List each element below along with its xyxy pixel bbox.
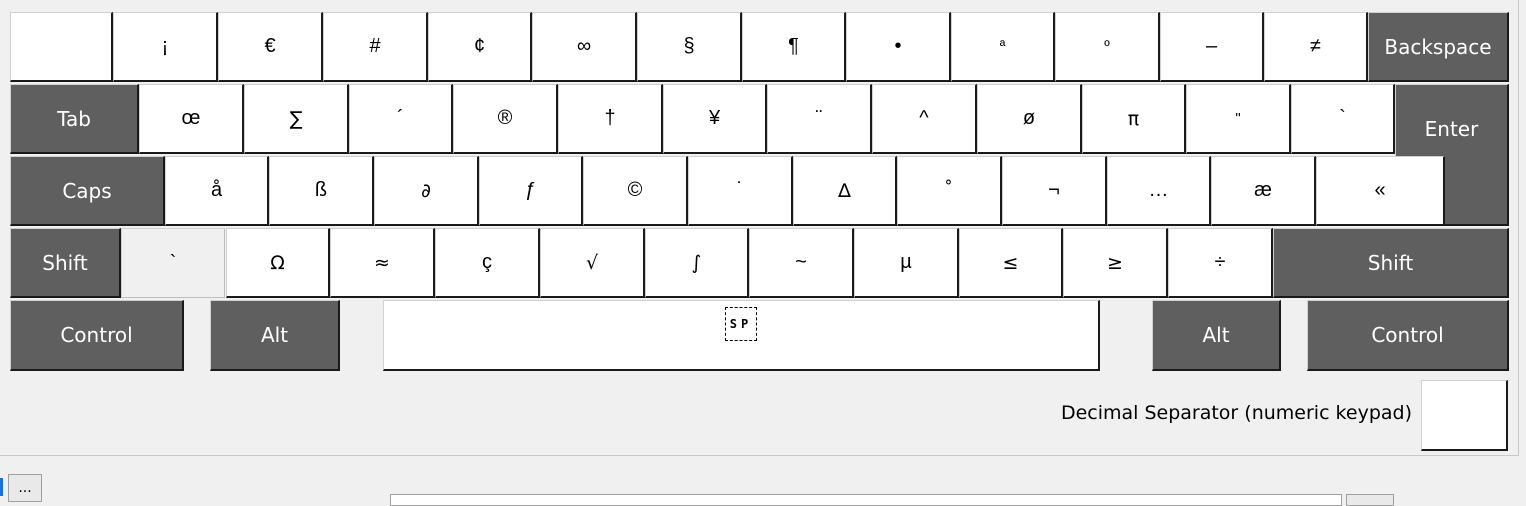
- key-omega[interactable]: Ω: [226, 228, 330, 298]
- key-inverted-exclamation[interactable]: ¡: [113, 12, 218, 82]
- key-oe-ligature[interactable]: œ: [139, 84, 244, 154]
- key-circumflex[interactable]: ^: [872, 84, 977, 154]
- keyboard-panel: ¡ € # ¢ ∞ § ¶ • ª º – ≠ Backspace Tab œ …: [0, 0, 1519, 456]
- bottom-input-field[interactable]: [390, 494, 1342, 506]
- key-feminine-ordinal[interactable]: ª: [951, 12, 1055, 82]
- key-a-ring[interactable]: å: [165, 156, 269, 226]
- bottom-field-button[interactable]: [1346, 494, 1394, 506]
- key-grave-blank[interactable]: [10, 12, 113, 82]
- key-not-sign[interactable]: ¬: [1002, 156, 1107, 226]
- alt-right-key[interactable]: Alt: [1152, 300, 1281, 371]
- decimal-separator-label: Decimal Separator (numeric keypad): [1060, 402, 1412, 424]
- key-yen[interactable]: ¥: [663, 84, 767, 154]
- key-pilcrow[interactable]: ¶: [742, 12, 846, 82]
- key-hash[interactable]: #: [323, 12, 428, 82]
- key-dead-grave[interactable]: `: [121, 228, 225, 298]
- key-registered[interactable]: ®: [453, 84, 558, 154]
- key-masculine-ordinal[interactable]: º: [1055, 12, 1160, 82]
- key-delta[interactable]: ∆: [793, 156, 897, 226]
- key-double-quote[interactable]: ": [1186, 84, 1291, 154]
- key-c-cedilla[interactable]: ç: [435, 228, 540, 298]
- key-en-dash[interactable]: –: [1160, 12, 1264, 82]
- key-integral[interactable]: ∫: [645, 228, 749, 298]
- key-copyright[interactable]: ©: [583, 156, 688, 226]
- key-ring-above[interactable]: ˚: [897, 156, 1002, 226]
- key-acute[interactable]: ´: [349, 84, 453, 154]
- key-sharp-s[interactable]: ß: [269, 156, 374, 226]
- backspace-key[interactable]: Backspace: [1368, 12, 1509, 82]
- key-bullet[interactable]: •: [846, 12, 951, 82]
- key-micro[interactable]: µ: [854, 228, 959, 298]
- key-summation[interactable]: ∑: [244, 84, 349, 154]
- key-ae-ligature[interactable]: æ: [1211, 156, 1316, 226]
- shift-right-key[interactable]: Shift: [1273, 228, 1509, 298]
- control-left-key[interactable]: Control: [10, 300, 184, 371]
- key-tilde[interactable]: ~: [749, 228, 854, 298]
- key-backtick[interactable]: `: [1291, 84, 1395, 154]
- key-o-slash[interactable]: ø: [977, 84, 1082, 154]
- shift-left-key[interactable]: Shift: [10, 228, 121, 298]
- decimal-separator-key[interactable]: [1421, 380, 1508, 451]
- browse-button[interactable]: ...: [8, 474, 42, 502]
- tab-key[interactable]: Tab: [10, 84, 139, 154]
- key-greater-equal[interactable]: ≥: [1063, 228, 1168, 298]
- key-pi[interactable]: π: [1082, 84, 1186, 154]
- key-dagger[interactable]: †: [558, 84, 663, 154]
- key-left-guillemet[interactable]: «: [1316, 156, 1445, 226]
- alt-left-key[interactable]: Alt: [210, 300, 340, 371]
- key-section[interactable]: §: [637, 12, 742, 82]
- key-diaeresis[interactable]: ¨: [767, 84, 872, 154]
- caps-lock-key[interactable]: Caps: [10, 156, 165, 226]
- link-marker: [0, 478, 3, 496]
- key-euro[interactable]: €: [218, 12, 323, 82]
- key-dot-above[interactable]: ˙: [688, 156, 793, 226]
- key-partial-differential[interactable]: ∂: [374, 156, 479, 226]
- control-right-key[interactable]: Control: [1307, 300, 1509, 371]
- key-square-root[interactable]: √: [540, 228, 645, 298]
- key-infinity[interactable]: ∞: [532, 12, 637, 82]
- space-key-label: SP: [724, 307, 758, 341]
- space-key[interactable]: SP: [383, 300, 1100, 371]
- key-less-equal[interactable]: ≤: [959, 228, 1063, 298]
- key-florin[interactable]: ƒ: [479, 156, 583, 226]
- key-cent[interactable]: ¢: [428, 12, 532, 82]
- key-not-equal[interactable]: ≠: [1264, 12, 1368, 82]
- key-division[interactable]: ÷: [1168, 228, 1273, 298]
- key-almost-equal[interactable]: ≈: [330, 228, 435, 298]
- key-ellipsis[interactable]: …: [1107, 156, 1211, 226]
